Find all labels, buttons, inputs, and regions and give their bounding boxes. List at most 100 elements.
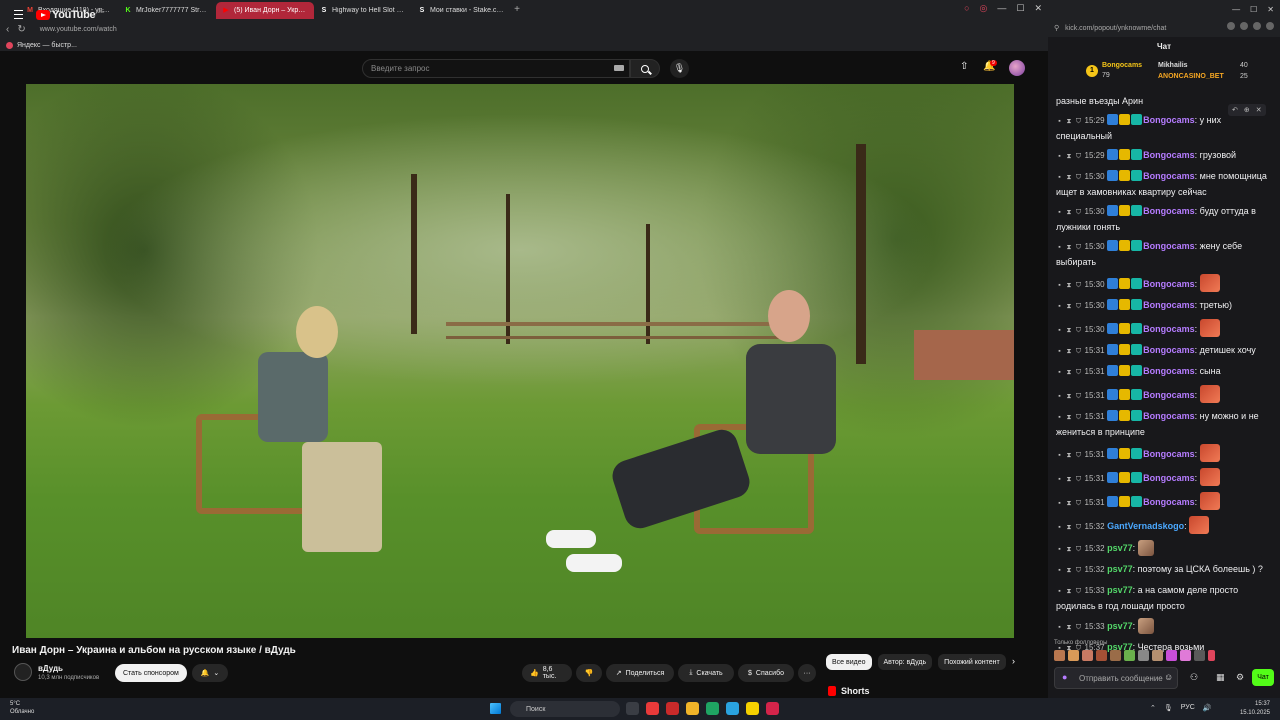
timeout-icon[interactable]: ⧗	[1066, 300, 1073, 314]
profile-icon[interactable]: ◎	[980, 3, 988, 14]
chat-username[interactable]: Bongocams	[1143, 115, 1195, 125]
subscribe-bell-button[interactable]: 🔔 ⌄	[192, 664, 228, 682]
emote-icon[interactable]	[1082, 650, 1093, 661]
pin-icon[interactable]: ▪	[1056, 521, 1063, 535]
chat-username[interactable]: Bongocams	[1143, 390, 1195, 400]
chat-username[interactable]: Bongocams	[1143, 411, 1195, 421]
opera-gx-icon[interactable]	[766, 702, 779, 715]
search-button[interactable]	[630, 59, 660, 78]
browser-tab[interactable]: S Мои ставки - Stake.com	[412, 2, 510, 19]
chip-author[interactable]: Автор: вДудь	[877, 654, 933, 670]
timeout-icon[interactable]: ⧗	[1066, 585, 1073, 599]
emote-icon[interactable]	[1166, 650, 1177, 661]
pin-icon[interactable]: ▪	[1056, 279, 1063, 293]
telegram-icon[interactable]	[726, 702, 739, 715]
maximize-button[interactable]: ☐	[1250, 5, 1257, 14]
extension-icon[interactable]	[1253, 22, 1261, 30]
timeout-icon[interactable]: ⧗	[1066, 564, 1073, 578]
chat-username[interactable]: Bongocams	[1143, 449, 1195, 459]
thanks-button[interactable]: $ Спасибо	[738, 664, 794, 682]
pin-icon[interactable]: ▪	[1056, 171, 1063, 185]
more-actions-button[interactable]: ···	[798, 664, 816, 682]
gifter-2-name[interactable]: Mikhailis	[1158, 62, 1188, 69]
pin-icon[interactable]: ▪	[1056, 300, 1063, 314]
download-button[interactable]: ⤓ Скачать	[678, 664, 734, 682]
browser-tab[interactable]: ▶ (5) Иван Дорн – Украина	[216, 2, 314, 19]
browser-tab[interactable]: K MrJoker7777777 Stream	[118, 2, 216, 19]
volume-icon[interactable]: 🔊	[1203, 704, 1212, 712]
channel-name[interactable]: вДудь	[38, 664, 63, 673]
pin-icon[interactable]: ▪	[1056, 150, 1063, 164]
chat-username[interactable]: Bongocams	[1143, 206, 1195, 216]
language-indicator[interactable]: РУС	[1181, 704, 1195, 712]
chat-username[interactable]: Bongocams	[1143, 171, 1195, 181]
mic-icon[interactable]: 🎙	[1164, 704, 1173, 712]
timeout-icon[interactable]: ⧗	[1066, 115, 1073, 129]
chat-username[interactable]: GantVernadskogo	[1107, 521, 1184, 531]
chat-username[interactable]: Bongocams	[1143, 241, 1195, 251]
emote-icon[interactable]	[1110, 650, 1121, 661]
timeout-icon[interactable]: ⧗	[1066, 621, 1073, 635]
timeout-icon[interactable]: ⧗	[1066, 390, 1073, 404]
timeout-icon[interactable]: ⧗	[1066, 543, 1073, 557]
timeout-icon[interactable]: ⧗	[1066, 521, 1073, 535]
upload-icon[interactable]: ⇧	[960, 61, 968, 72]
avatar[interactable]	[1009, 60, 1025, 76]
pin-icon[interactable]: ▪	[1056, 564, 1063, 578]
close-button[interactable]: ✕	[1034, 3, 1042, 14]
keyboard-icon[interactable]	[614, 65, 624, 71]
chat-username[interactable]: Bongocams	[1143, 279, 1195, 289]
chat-url[interactable]: kick.com/popout/ynknowme/chat	[1065, 25, 1166, 32]
close-button[interactable]: ✕	[1267, 5, 1274, 14]
like-button[interactable]: 👍 8,6 тыс.	[522, 664, 572, 682]
pin-icon[interactable]: ▪	[1056, 390, 1063, 404]
pin-icon[interactable]: ▪	[1056, 241, 1063, 255]
emote-icon[interactable]	[1208, 650, 1215, 661]
search-tabs-icon[interactable]: ○	[964, 3, 969, 14]
pin-icon[interactable]: ▪	[1056, 449, 1063, 463]
chat-input[interactable]: Отправить сообщение	[1054, 667, 1178, 689]
extension-icon[interactable]	[1266, 22, 1274, 30]
weather-widget[interactable]: 5°C Облачно	[10, 700, 34, 716]
pin-icon[interactable]: ▪	[1056, 411, 1063, 425]
gear-icon[interactable]: ⚙	[1236, 672, 1244, 683]
chat-username[interactable]: Bongocams	[1143, 366, 1195, 376]
emote-icon[interactable]	[1124, 650, 1135, 661]
timeout-icon[interactable]: ⧗	[1066, 345, 1073, 359]
pin-icon[interactable]: ▪	[1056, 115, 1063, 129]
chat-username[interactable]: Bongocams	[1143, 497, 1195, 507]
chip-all-videos[interactable]: Все видео	[826, 654, 872, 670]
chat-username[interactable]: psv77	[1107, 543, 1133, 553]
site-info-icon[interactable]: ⚲	[1054, 24, 1059, 32]
timeout-icon[interactable]: ⧗	[1066, 241, 1073, 255]
gifter-3-name[interactable]: ANONCASINO_BET	[1158, 73, 1224, 80]
top-gifter-name[interactable]: Bongocams	[1102, 62, 1142, 69]
extension-icon[interactable]	[1240, 22, 1248, 30]
youtube-logo[interactable]: YouTube DE	[36, 9, 104, 21]
pin-icon[interactable]: ▪	[1056, 366, 1063, 380]
pin-icon[interactable]: ▪	[1056, 543, 1063, 557]
chat-username[interactable]: psv77	[1107, 585, 1133, 595]
extension-icon[interactable]	[1227, 22, 1235, 30]
sponsor-button[interactable]: Стать спонсором	[115, 664, 187, 682]
chat-username[interactable]: psv77	[1107, 621, 1133, 631]
emote-icon[interactable]	[1180, 650, 1191, 661]
send-chat-button[interactable]: Чат	[1252, 669, 1274, 686]
chip-related[interactable]: Похожий контент	[938, 654, 1006, 670]
dislike-button[interactable]: 👎	[576, 664, 602, 682]
chat-username[interactable]: Bongocams	[1143, 150, 1195, 160]
timeout-icon[interactable]: ⧗	[1066, 150, 1073, 164]
task-view-icon[interactable]	[626, 702, 639, 715]
maximize-button[interactable]: ☐	[1016, 3, 1024, 14]
chat-username[interactable]: Bongocams	[1143, 324, 1195, 334]
search-input[interactable]: Введите запрос	[362, 59, 630, 78]
emoji-icon[interactable]: ☺	[1164, 672, 1173, 682]
chat-username[interactable]: Bongocams	[1143, 473, 1195, 483]
mic-icon[interactable]: ●	[1062, 672, 1067, 682]
pin-icon[interactable]: ▪	[1056, 345, 1063, 359]
chevron-up-icon[interactable]: ⌃	[1150, 704, 1156, 712]
timeout-icon[interactable]: ⧗	[1066, 366, 1073, 380]
channel-avatar[interactable]	[14, 663, 32, 681]
timeout-icon[interactable]: ⧗	[1066, 473, 1073, 487]
timeout-icon[interactable]: ⧗	[1066, 497, 1073, 511]
